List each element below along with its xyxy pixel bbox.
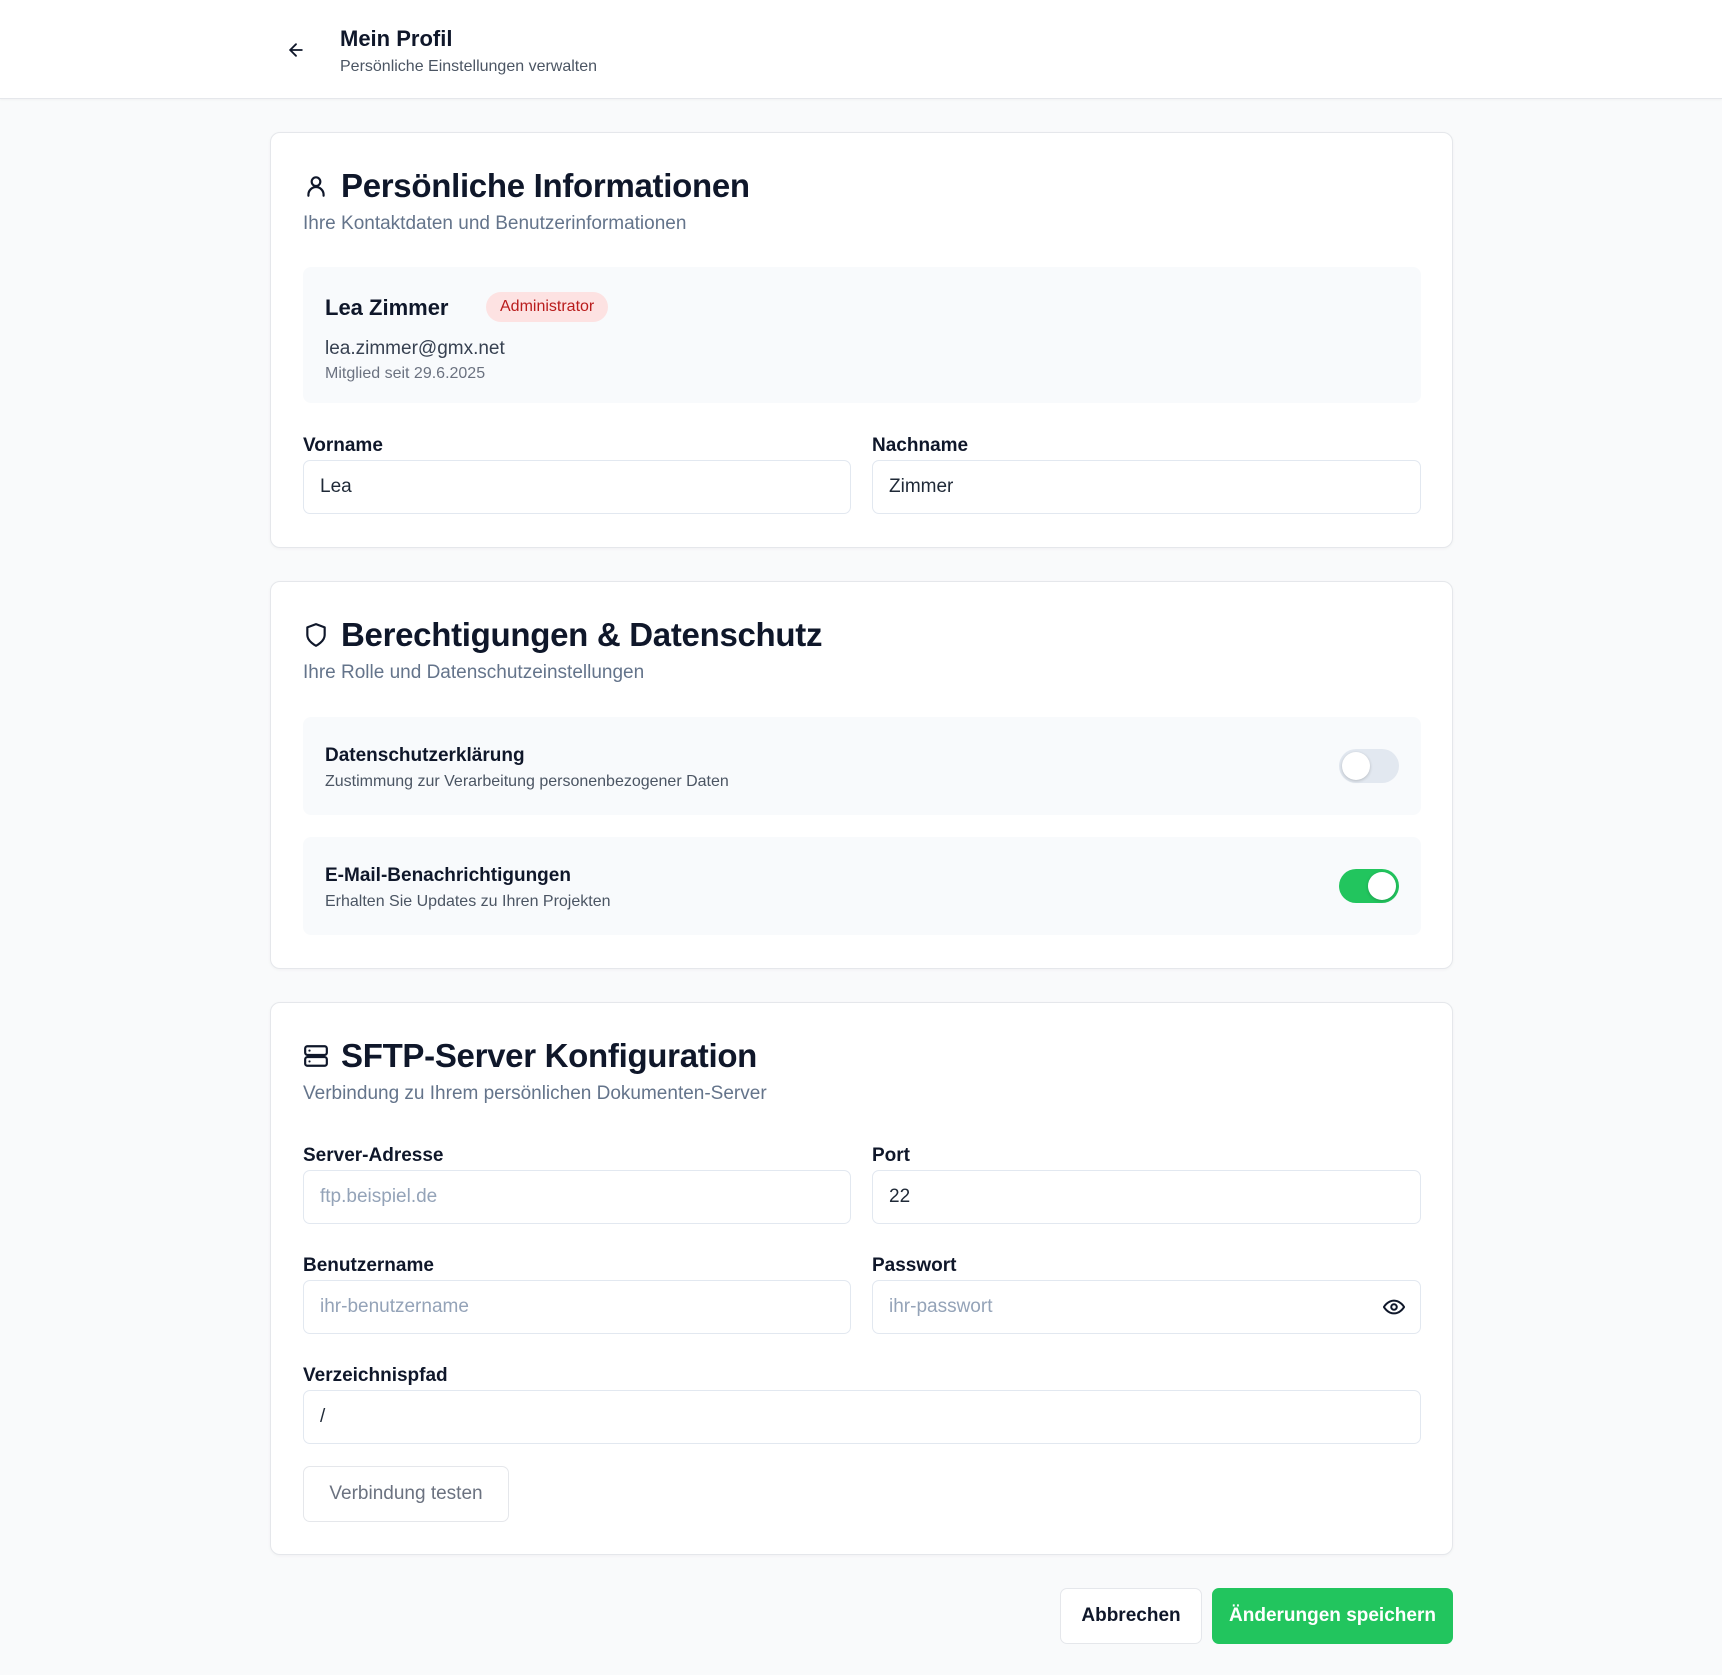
- directory-path-input[interactable]: [303, 1390, 1421, 1444]
- permissions-card: Berechtigungen & Datenschutz Ihre Rolle …: [270, 581, 1453, 969]
- password-field: [872, 1280, 1421, 1334]
- port-label: Port: [872, 1145, 910, 1166]
- server-address-input[interactable]: [303, 1170, 851, 1224]
- personal-info-title: Persönliche Informationen: [303, 167, 750, 205]
- sftp-heading: SFTP-Server Konfiguration: [341, 1037, 758, 1074]
- top-bar: Mein Profil Persönliche Einstellungen ve…: [0, 0, 1722, 99]
- member-since: Mitglied seit 29.6.2025: [325, 365, 486, 382]
- user-icon: [303, 173, 329, 199]
- back-button[interactable]: [280, 34, 312, 66]
- personal-info-card: Persönliche Informationen Ihre Kontaktda…: [270, 132, 1453, 548]
- server-icon: [303, 1043, 329, 1069]
- permissions-description: Ihre Rolle und Datenschutzeinstellungen: [303, 662, 645, 683]
- username-label: Benutzername: [303, 1255, 434, 1276]
- page-subtitle: Persönliche Einstellungen verwalten: [340, 58, 598, 75]
- last-name-input[interactable]: [872, 460, 1421, 514]
- password-input[interactable]: [872, 1280, 1421, 1334]
- cancel-button[interactable]: Abbrechen: [1060, 1588, 1202, 1644]
- save-changes-button[interactable]: Änderungen speichern: [1212, 1588, 1453, 1644]
- profile-summary: Lea Zimmer Administrator lea.zimmer@gmx.…: [303, 267, 1421, 403]
- sftp-description: Verbindung zu Ihrem persönlichen Dokumen…: [303, 1083, 767, 1104]
- port-input[interactable]: [872, 1170, 1421, 1224]
- role-badge: Administrator: [486, 292, 609, 322]
- privacy-title: Datenschutzerklärung: [325, 745, 525, 766]
- email-notifications-setting: E-Mail-Benachrichtigungen Erhalten Sie U…: [303, 837, 1421, 935]
- show-password-button[interactable]: [1381, 1294, 1407, 1320]
- personal-info-description: Ihre Kontaktdaten und Benutzerinformatio…: [303, 213, 687, 234]
- page-title: Mein Profil: [340, 26, 453, 51]
- email-notifications-title: E-Mail-Benachrichtigungen: [325, 865, 571, 886]
- profile-email: lea.zimmer@gmx.net: [325, 338, 505, 359]
- username-input[interactable]: [303, 1280, 851, 1334]
- permissions-title: Berechtigungen & Datenschutz: [303, 616, 822, 654]
- sftp-title: SFTP-Server Konfiguration: [303, 1037, 757, 1075]
- last-name-label: Nachname: [872, 435, 969, 456]
- privacy-setting: Datenschutzerklärung Zustimmung zur Vera…: [303, 717, 1421, 815]
- email-notifications-description: Erhalten Sie Updates zu Ihren Projekten: [325, 893, 611, 910]
- arrow-left-icon: [289, 43, 303, 57]
- first-name-label: Vorname: [303, 435, 383, 456]
- toggle-knob: [1342, 752, 1370, 780]
- personal-info-heading: Persönliche Informationen: [341, 167, 750, 204]
- directory-path-label: Verzeichnispfad: [303, 1365, 448, 1386]
- profile-name: Lea Zimmer: [325, 295, 449, 320]
- sftp-card: SFTP-Server Konfiguration Verbindung zu …: [270, 1002, 1453, 1555]
- server-address-label: Server-Adresse: [303, 1145, 444, 1166]
- toggle-knob: [1368, 872, 1396, 900]
- permissions-heading: Berechtigungen & Datenschutz: [341, 616, 823, 653]
- first-name-input[interactable]: [303, 460, 851, 514]
- shield-icon: [303, 622, 329, 648]
- privacy-description: Zustimmung zur Verarbeitung personenbezo…: [325, 773, 729, 790]
- privacy-toggle[interactable]: [1339, 749, 1399, 783]
- test-connection-button[interactable]: Verbindung testen: [303, 1466, 509, 1522]
- eye-icon: [1383, 1299, 1405, 1315]
- password-label: Passwort: [872, 1255, 957, 1276]
- email-notifications-toggle[interactable]: [1339, 869, 1399, 903]
